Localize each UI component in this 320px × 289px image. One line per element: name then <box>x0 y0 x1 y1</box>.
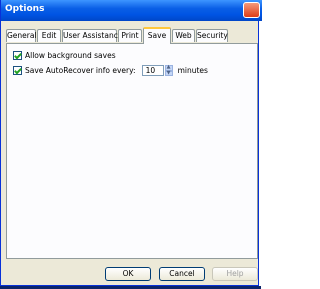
background-saves-option[interactable]: Allow background saves <box>13 50 116 61</box>
title-bar[interactable]: Options <box>1 0 262 21</box>
autorecover-spinner[interactable]: ▲ ▼ <box>164 65 173 76</box>
save-panel: Allow background saves Save AutoRecover … <box>6 43 258 259</box>
tab-web[interactable]: Web <box>172 29 195 42</box>
cancel-button[interactable]: Cancel <box>159 267 205 281</box>
autorecover-minutes-input[interactable]: 10 <box>141 65 164 76</box>
help-button[interactable]: Help <box>212 267 258 281</box>
autorecover-unit: minutes <box>177 66 208 75</box>
tab-user-assistance[interactable]: User Assistance <box>62 29 122 42</box>
spin-down-icon[interactable]: ▼ <box>164 70 173 76</box>
tab-save[interactable]: Save <box>143 27 171 44</box>
options-dialog: Options General Edit User Assistance Pri… <box>0 0 262 286</box>
background-saves-label: Allow background saves <box>25 51 116 60</box>
ok-button[interactable]: OK <box>105 267 151 281</box>
autorecover-label: Save AutoRecover info every: <box>25 66 136 75</box>
tab-edit[interactable]: Edit <box>37 29 61 42</box>
tab-general[interactable]: General <box>6 29 37 42</box>
close-button[interactable] <box>243 2 260 18</box>
tab-strip: General Edit User Assistance Print Save … <box>6 27 258 44</box>
background-saves-checkbox[interactable] <box>13 51 22 60</box>
autorecover-checkbox[interactable] <box>13 66 22 75</box>
window-title: Options <box>5 4 45 14</box>
tab-security[interactable]: Security <box>196 29 228 42</box>
tab-print[interactable]: Print <box>118 29 142 42</box>
autorecover-option[interactable]: Save AutoRecover info every: 10 ▲ ▼ minu… <box>13 65 208 76</box>
